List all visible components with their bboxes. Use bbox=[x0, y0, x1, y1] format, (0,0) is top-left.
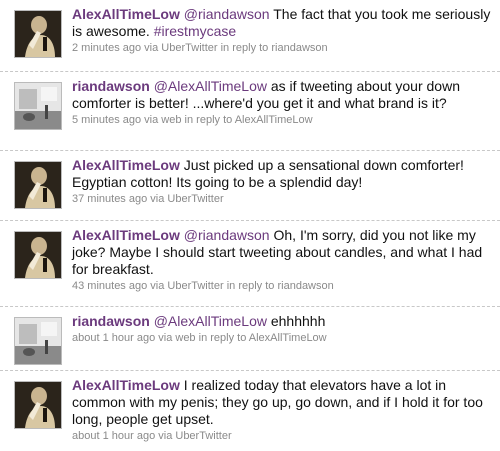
alex-avatar-icon bbox=[15, 232, 61, 278]
tweet-text: @AlexAllTimeLow ehhhhhh bbox=[153, 313, 326, 329]
user-avatar[interactable] bbox=[14, 10, 62, 58]
tweet-timestamp-link[interactable]: about 1 hour ago bbox=[72, 332, 155, 344]
tweet-author-link[interactable]: riandawson bbox=[72, 313, 150, 329]
tweet-source-link[interactable]: UberTwitter bbox=[167, 280, 223, 292]
tweet-author-link[interactable]: riandawson bbox=[72, 78, 150, 94]
tweet-meta: 5 minutes ago via web in reply to AlexAl… bbox=[72, 114, 313, 126]
tweet-timeline: AlexAllTimeLow @riandawson The fact that… bbox=[0, 0, 500, 451]
tweet-meta: 2 minutes ago via UberTwitter in reply t… bbox=[72, 42, 328, 54]
in-reply-to-link[interactable]: AlexAllTimeLow bbox=[249, 332, 327, 344]
alex-avatar-icon bbox=[15, 11, 61, 57]
mention-link[interactable]: @riandawson bbox=[184, 227, 270, 243]
mention-link[interactable]: @AlexAllTimeLow bbox=[154, 78, 267, 94]
in-reply-to-link[interactable]: AlexAllTimeLow bbox=[235, 114, 313, 126]
rian-avatar-icon bbox=[15, 83, 61, 129]
tweet-meta: 37 minutes ago via UberTwitter bbox=[72, 193, 224, 205]
alex-avatar-icon bbox=[15, 382, 61, 428]
tweet-timestamp-link[interactable]: 37 minutes ago bbox=[72, 193, 147, 205]
user-avatar[interactable] bbox=[14, 231, 62, 279]
user-avatar[interactable] bbox=[14, 317, 62, 365]
tweet-source-link[interactable]: UberTwitter bbox=[167, 193, 223, 205]
tweet-source-link[interactable]: web bbox=[175, 332, 195, 344]
mention-link[interactable]: @AlexAllTimeLow bbox=[154, 313, 267, 329]
in-reply-to-link[interactable]: riandawson bbox=[271, 42, 327, 54]
tweet-timestamp-link[interactable]: 5 minutes ago bbox=[72, 114, 141, 126]
rian-avatar-icon bbox=[15, 318, 61, 364]
tweet-item: AlexAllTimeLow @riandawson The fact that… bbox=[0, 0, 500, 72]
hashtag-link[interactable]: #irestmycase bbox=[154, 23, 236, 39]
tweet-timestamp-link[interactable]: 2 minutes ago bbox=[72, 42, 141, 54]
user-avatar[interactable] bbox=[14, 82, 62, 130]
tweet-author-link[interactable]: AlexAllTimeLow bbox=[72, 6, 180, 22]
tweet-source-link[interactable]: UberTwitter bbox=[175, 430, 231, 442]
tweet-author-link[interactable]: AlexAllTimeLow bbox=[72, 157, 180, 173]
tweet-item: AlexAllTimeLow I realized today that ele… bbox=[0, 371, 500, 451]
user-avatar[interactable] bbox=[14, 161, 62, 209]
tweet-item: riandawson @AlexAllTimeLow as if tweetin… bbox=[0, 72, 500, 151]
alex-avatar-icon bbox=[15, 162, 61, 208]
mention-link[interactable]: @riandawson bbox=[184, 6, 270, 22]
tweet-item: riandawson @AlexAllTimeLow ehhhhhh about… bbox=[0, 307, 500, 371]
in-reply-to-link[interactable]: riandawson bbox=[277, 280, 333, 292]
tweet-author-link[interactable]: AlexAllTimeLow bbox=[72, 377, 180, 393]
tweet-content: riandawson @AlexAllTimeLow ehhhhhh about… bbox=[72, 313, 494, 348]
tweet-meta: about 1 hour ago via web in reply to Ale… bbox=[72, 332, 327, 344]
tweet-meta: about 1 hour ago via UberTwitter bbox=[72, 430, 232, 442]
tweet-content: AlexAllTimeLow @riandawson The fact that… bbox=[72, 6, 494, 58]
tweet-timestamp-link[interactable]: 43 minutes ago bbox=[72, 280, 147, 292]
tweet-content: AlexAllTimeLow @riandawson Oh, I'm sorry… bbox=[72, 227, 494, 296]
tweet-item: AlexAllTimeLow Just picked up a sensatio… bbox=[0, 151, 500, 221]
tweet-item: AlexAllTimeLow @riandawson Oh, I'm sorry… bbox=[0, 221, 500, 307]
user-avatar[interactable] bbox=[14, 381, 62, 429]
tweet-content: AlexAllTimeLow I realized today that ele… bbox=[72, 377, 494, 446]
tweet-source-link[interactable]: web bbox=[161, 114, 181, 126]
tweet-meta: 43 minutes ago via UberTwitter in reply … bbox=[72, 280, 334, 292]
tweet-timestamp-link[interactable]: about 1 hour ago bbox=[72, 430, 155, 442]
tweet-content: riandawson @AlexAllTimeLow as if tweetin… bbox=[72, 78, 494, 130]
tweet-author-link[interactable]: AlexAllTimeLow bbox=[72, 227, 180, 243]
tweet-source-link[interactable]: UberTwitter bbox=[161, 42, 217, 54]
tweet-content: AlexAllTimeLow Just picked up a sensatio… bbox=[72, 157, 494, 209]
